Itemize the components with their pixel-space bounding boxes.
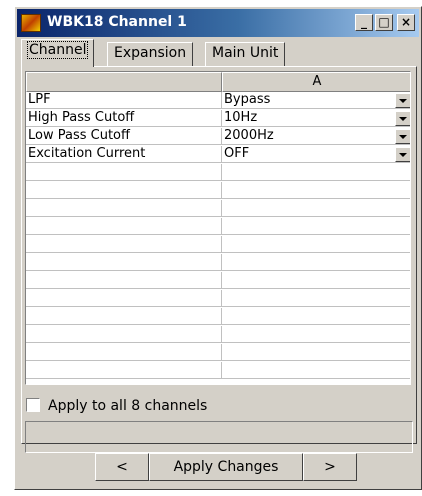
row-name: Low Pass Cutoff	[26, 128, 222, 145]
settings-grid: A LPF Bypass High Pass Cutoff 10Hz Low P…	[25, 71, 411, 385]
empty-row	[26, 362, 410, 379]
empty-row	[26, 200, 410, 217]
wbk18-channel-window: WBK18 Channel 1 _ □ × Channel Expansion …	[14, 6, 422, 490]
maximize-button[interactable]: □	[375, 14, 393, 31]
minimize-button[interactable]: _	[355, 14, 373, 31]
empty-row	[26, 218, 410, 235]
empty-cell	[26, 362, 222, 379]
low-pass-cutoff-dropdown[interactable]: 2000Hz	[222, 128, 410, 145]
empty-cell	[26, 164, 222, 181]
empty-row	[26, 254, 410, 271]
tab-strip: Channel Expansion Main Unit	[21, 39, 417, 67]
empty-row	[26, 182, 410, 199]
dropdown-arrow-icon[interactable]	[395, 147, 410, 162]
table-row: High Pass Cutoff 10Hz	[26, 110, 410, 127]
empty-row	[26, 236, 410, 253]
tab-expansion[interactable]: Expansion	[107, 42, 194, 66]
row-value: Bypass	[224, 92, 271, 107]
apply-all-checkbox[interactable]	[26, 398, 40, 412]
next-channel-button[interactable]: >	[303, 453, 357, 481]
apply-all-row[interactable]: Apply to all 8 channels	[26, 396, 406, 416]
empty-cell	[26, 308, 222, 325]
dropdown-arrow-icon[interactable]	[395, 111, 410, 126]
empty-cell	[26, 200, 222, 217]
title-bar[interactable]: WBK18 Channel 1 _ □ ×	[17, 9, 419, 37]
status-box	[25, 421, 413, 453]
table-row: Low Pass Cutoff 2000Hz	[26, 128, 410, 145]
dropdown-arrow-icon[interactable]	[395, 129, 410, 144]
column-header-a[interactable]: A	[222, 72, 410, 92]
table-row: Excitation Current OFF	[26, 146, 410, 163]
tab-channel[interactable]: Channel	[21, 39, 95, 67]
tab-channel-label: Channel	[26, 41, 89, 59]
empty-cell	[26, 182, 222, 199]
empty-cell	[26, 272, 222, 289]
empty-cell	[26, 236, 222, 253]
dropdown-arrow-icon[interactable]	[395, 93, 410, 108]
empty-row	[26, 344, 410, 361]
high-pass-cutoff-dropdown[interactable]: 10Hz	[222, 110, 410, 127]
previous-channel-button[interactable]: <	[95, 453, 149, 481]
empty-row	[26, 308, 410, 325]
row-value: OFF	[224, 146, 250, 161]
row-name: LPF	[26, 92, 222, 109]
window-title: WBK18 Channel 1	[47, 14, 187, 30]
close-button[interactable]: ×	[397, 14, 415, 31]
empty-cell	[26, 326, 222, 343]
empty-cell	[26, 218, 222, 235]
empty-row	[26, 164, 410, 181]
grid-header: A	[26, 72, 410, 92]
row-name: High Pass Cutoff	[26, 110, 222, 127]
row-value: 10Hz	[224, 110, 258, 125]
empty-row	[26, 290, 410, 307]
excitation-current-dropdown[interactable]: OFF	[222, 146, 410, 163]
table-row: LPF Bypass	[26, 92, 410, 109]
empty-cell	[26, 254, 222, 271]
tab-main-unit-label: Main Unit	[212, 45, 279, 61]
wbk18-app-icon[interactable]	[21, 14, 41, 32]
empty-cell	[26, 344, 222, 361]
row-name: Excitation Current	[26, 146, 222, 163]
lpf-dropdown[interactable]: Bypass	[222, 92, 410, 109]
empty-cell	[26, 290, 222, 307]
empty-row	[26, 326, 410, 343]
row-header-corner	[26, 72, 222, 92]
tab-expansion-label: Expansion	[114, 45, 187, 61]
apply-changes-button[interactable]: Apply Changes	[149, 453, 303, 481]
channel-panel: A LPF Bypass High Pass Cutoff 10Hz Low P…	[21, 66, 417, 453]
row-value: 2000Hz	[224, 128, 274, 143]
apply-all-label[interactable]: Apply to all 8 channels	[48, 396, 207, 416]
empty-row	[26, 272, 410, 289]
tab-main-unit[interactable]: Main Unit	[205, 42, 286, 66]
